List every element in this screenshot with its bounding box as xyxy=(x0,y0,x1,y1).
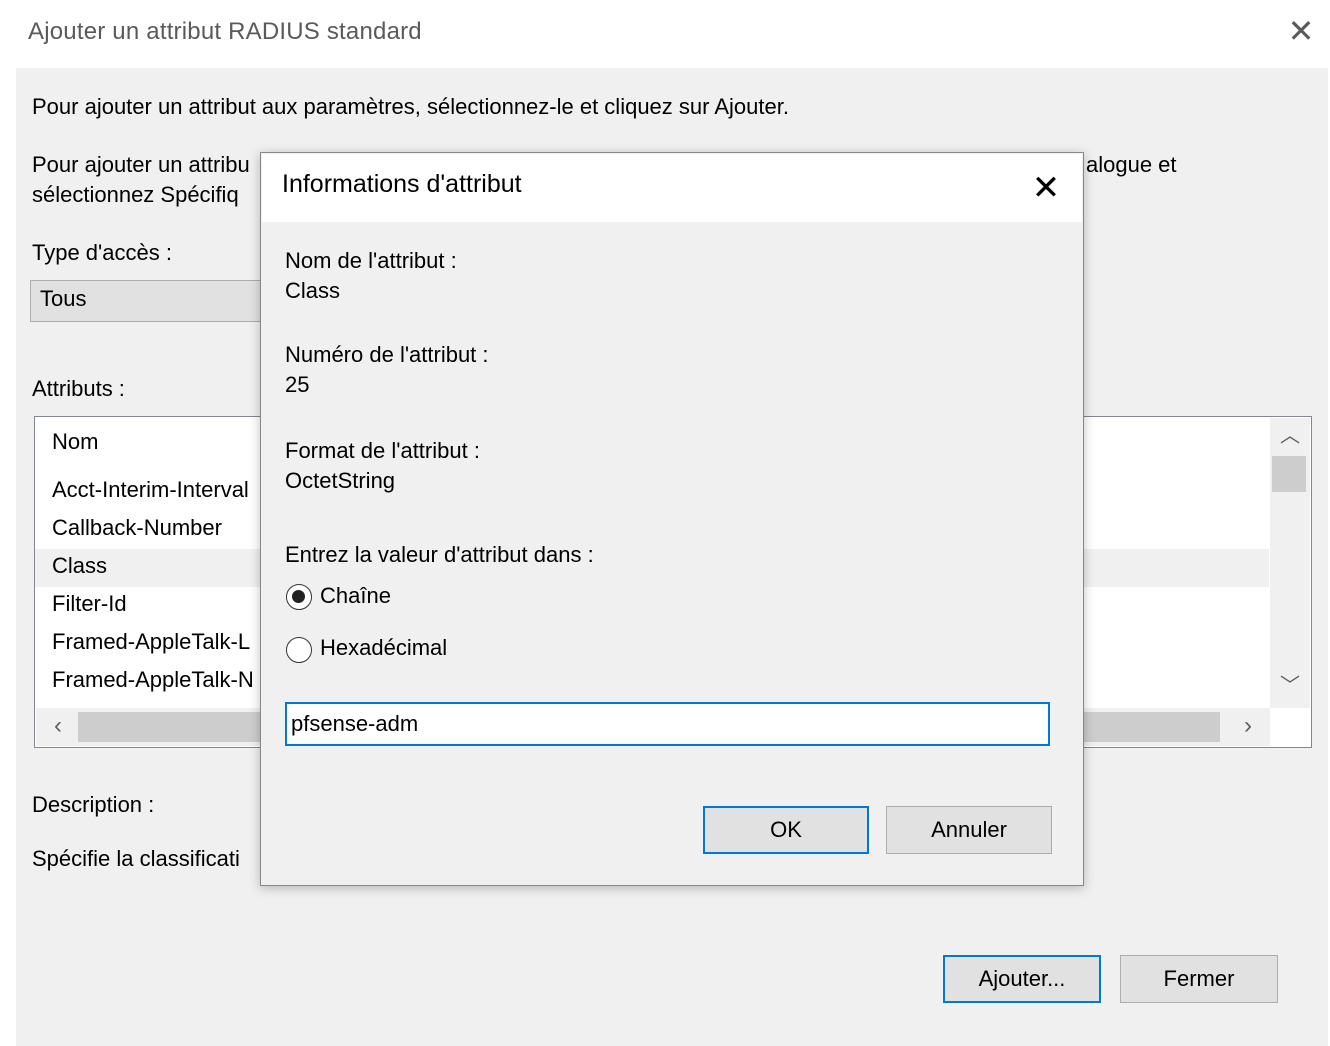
access-type-value: Tous xyxy=(40,286,87,311)
close-icon[interactable]: ✕ xyxy=(1284,14,1318,48)
radio-hex-label[interactable]: Hexadécimal xyxy=(320,633,447,663)
access-type-label: Type d'accès : xyxy=(32,240,172,265)
attribute-name-value: Class xyxy=(285,278,341,303)
chevron-left-icon[interactable]: ‹ xyxy=(40,710,76,742)
list-item-label: Filter-Id xyxy=(52,591,127,616)
attribute-number-label: Numéro de l'attribut : xyxy=(285,342,489,367)
list-item-label: Acct-Interim-Interval xyxy=(52,477,249,502)
list-item-label: Callback-Number xyxy=(52,515,222,540)
attribute-number-value: 25 xyxy=(285,372,310,397)
chevron-right-icon[interactable]: › xyxy=(1230,710,1266,742)
description-text: Spécifie la classificati xyxy=(32,846,240,871)
intro-text: Pour ajouter un attribut aux paramètres,… xyxy=(32,94,789,119)
vertical-scroll-thumb[interactable] xyxy=(1272,456,1306,492)
attribute-format-label: Format de l'attribut : xyxy=(285,438,480,463)
intro-text-3: sélectionnez Spécifiq xyxy=(32,182,239,207)
intro-text-2-end: alogue et xyxy=(1086,152,1177,177)
attribute-name-label: Nom de l'attribut : xyxy=(285,248,457,273)
attribute-format-value: OctetString xyxy=(285,468,396,493)
description-label: Description : xyxy=(32,792,155,817)
attribute-info-title: Informations d'attribut xyxy=(282,170,522,198)
radio-string[interactable] xyxy=(286,584,312,610)
radio-selected-dot xyxy=(292,590,305,603)
radio-hex[interactable] xyxy=(286,637,312,663)
attributes-label: Attributs : xyxy=(32,376,125,401)
cancel-button[interactable]: Annuler xyxy=(886,806,1052,854)
dialog-title: Ajouter un attribut RADIUS standard xyxy=(28,18,422,45)
attribute-value-input[interactable] xyxy=(285,702,1050,746)
close-icon[interactable]: ✕ xyxy=(1024,168,1068,208)
ok-button[interactable]: OK xyxy=(703,806,869,854)
enter-value-label: Entrez la valeur d'attribut dans : xyxy=(285,542,594,567)
list-item-label: Framed-AppleTalk-N xyxy=(52,667,254,692)
chevron-down-icon[interactable]: ﹀ xyxy=(1272,670,1308,702)
list-item-label: Class xyxy=(52,553,108,578)
access-type-select[interactable]: Tous xyxy=(30,280,290,322)
column-header-name: Nom xyxy=(52,429,99,454)
list-item-label: Framed-AppleTalk-L xyxy=(52,629,251,654)
intro-text-2: Pour ajouter un attribu xyxy=(32,152,250,177)
add-button[interactable]: Ajouter... xyxy=(943,955,1101,1003)
radio-string-label[interactable]: Chaîne xyxy=(320,581,391,611)
chevron-up-icon[interactable]: ︿ xyxy=(1272,420,1308,452)
close-button[interactable]: Fermer xyxy=(1120,955,1278,1003)
